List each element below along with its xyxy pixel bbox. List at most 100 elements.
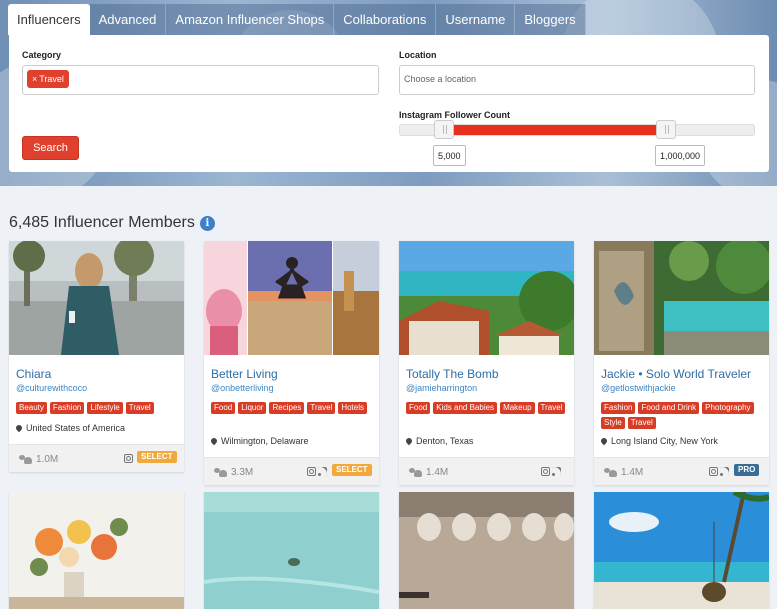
location-placeholder: Choose a location bbox=[404, 74, 477, 84]
card-location-text: Denton, Texas bbox=[416, 436, 474, 446]
location-pin-icon bbox=[14, 423, 24, 433]
card-photo[interactable] bbox=[204, 241, 379, 355]
follower-count-text: 1.4M bbox=[426, 467, 449, 478]
tag: Food and Drink bbox=[638, 402, 700, 414]
category-chip-label: Travel bbox=[39, 74, 64, 84]
tag: Lifestyle bbox=[87, 402, 123, 414]
rss-icon[interactable] bbox=[552, 467, 561, 476]
select-badge: SELECT bbox=[137, 451, 177, 463]
instagram-icon[interactable] bbox=[124, 454, 133, 463]
card-handle[interactable]: @onbetterliving bbox=[211, 383, 274, 393]
card-handle[interactable]: @culturewithcoco bbox=[16, 383, 87, 393]
follower-count: 1.0M bbox=[19, 454, 58, 465]
select-badge: SELECT bbox=[332, 464, 372, 476]
tab-bloggers[interactable]: Bloggers bbox=[515, 4, 586, 35]
card-tags: Fashion Food and Drink Photography Style… bbox=[601, 402, 761, 429]
tag: Food bbox=[211, 402, 236, 414]
influencer-card-partial[interactable] bbox=[594, 492, 769, 609]
rss-icon[interactable] bbox=[318, 467, 327, 476]
tab-amazon-influencer-shops[interactable]: Amazon Influencer Shops bbox=[166, 4, 335, 35]
card-footer: 1.4M bbox=[399, 457, 574, 485]
remove-chip-icon[interactable]: × bbox=[32, 74, 37, 84]
users-icon bbox=[214, 468, 228, 477]
location-pin-icon bbox=[404, 436, 414, 446]
search-tabs: Influencers Advanced Amazon Influencer S… bbox=[8, 4, 586, 35]
tab-collaborations[interactable]: Collaborations bbox=[334, 4, 437, 35]
card-photo[interactable] bbox=[9, 492, 184, 609]
card-handle[interactable]: @jamieharrington bbox=[406, 383, 477, 393]
category-label: Category bbox=[22, 50, 62, 60]
card-photo[interactable] bbox=[399, 492, 574, 609]
instagram-icon[interactable] bbox=[541, 467, 550, 476]
follower-count: 1.4M bbox=[604, 467, 643, 478]
card-handle[interactable]: @getlostwithjackie bbox=[601, 383, 676, 393]
follower-min-input[interactable]: 5,000 bbox=[433, 145, 466, 166]
card-photo[interactable] bbox=[9, 241, 184, 355]
tag: Hotels bbox=[338, 402, 368, 414]
tag: Travel bbox=[307, 402, 336, 414]
users-icon bbox=[604, 468, 618, 477]
influencer-card[interactable]: Chiara @culturewithcoco Beauty Fashion L… bbox=[9, 241, 184, 472]
slider-range-fill bbox=[444, 125, 671, 135]
card-tags: Food Kids and Babies Makeup Travel bbox=[406, 402, 566, 414]
influencer-card[interactable]: Jackie • Solo World Traveler @getlostwit… bbox=[594, 241, 769, 485]
tag: Travel bbox=[627, 417, 656, 429]
card-location: Denton, Texas bbox=[404, 436, 474, 446]
follower-count: 1.4M bbox=[409, 467, 448, 478]
influencer-card-partial[interactable] bbox=[9, 492, 184, 609]
card-photo[interactable] bbox=[399, 241, 574, 355]
social-icons bbox=[124, 454, 133, 463]
card-name[interactable]: Totally The Bomb bbox=[406, 367, 499, 381]
card-location-text: Wilmington, Delaware bbox=[221, 436, 309, 446]
influencer-card-partial[interactable] bbox=[204, 492, 379, 609]
tag: Recipes bbox=[269, 402, 305, 414]
tab-username[interactable]: Username bbox=[436, 4, 516, 35]
tab-advanced[interactable]: Advanced bbox=[89, 4, 167, 35]
card-tags: Food Liquor Recipes Travel Hotels bbox=[211, 402, 371, 414]
tag: Makeup bbox=[500, 402, 535, 414]
location-pin-icon bbox=[209, 436, 219, 446]
category-chip[interactable]: × Travel bbox=[27, 70, 69, 88]
filter-panel: Category × Travel Location Choose a locat… bbox=[9, 35, 769, 172]
card-name[interactable]: Better Living bbox=[211, 367, 278, 381]
instagram-icon[interactable] bbox=[307, 467, 316, 476]
tag: Beauty bbox=[16, 402, 47, 414]
location-pin-icon bbox=[599, 436, 609, 446]
social-icons bbox=[307, 467, 327, 476]
follower-count-label: Instagram Follower Count bbox=[399, 110, 511, 120]
card-photo[interactable] bbox=[594, 241, 769, 355]
social-icons bbox=[709, 467, 729, 476]
location-input[interactable]: Choose a location bbox=[399, 65, 755, 95]
influencer-card-partial[interactable] bbox=[399, 492, 574, 609]
card-photo[interactable] bbox=[204, 492, 379, 609]
tag: Kids and Babies bbox=[433, 402, 498, 414]
tag: Travel bbox=[537, 402, 566, 414]
location-label: Location bbox=[399, 50, 437, 60]
members-count-text: 6,485 Influencer Members bbox=[9, 214, 195, 231]
search-button[interactable]: Search bbox=[22, 136, 79, 160]
follower-max-input[interactable]: 1,000,000 bbox=[655, 145, 706, 166]
info-icon[interactable]: i bbox=[199, 215, 215, 231]
members-count: 6,485 Influencer Members i bbox=[9, 214, 215, 232]
card-footer: 1.0M SELECT bbox=[9, 444, 184, 472]
card-location: Long Island City, New York bbox=[599, 436, 718, 446]
category-field[interactable]: × Travel bbox=[22, 65, 379, 95]
slider-max-handle[interactable] bbox=[656, 120, 676, 139]
card-name[interactable]: Jackie • Solo World Traveler bbox=[601, 367, 751, 381]
tag: Fashion bbox=[49, 402, 85, 414]
slider-min-handle[interactable] bbox=[434, 120, 454, 139]
tag: Fashion bbox=[601, 402, 636, 414]
tag: Photography bbox=[702, 402, 754, 414]
rss-icon[interactable] bbox=[720, 467, 729, 476]
tab-influencers[interactable]: Influencers bbox=[8, 4, 90, 35]
card-location: Wilmington, Delaware bbox=[209, 436, 309, 446]
follower-count-text: 1.4M bbox=[621, 467, 644, 478]
instagram-icon[interactable] bbox=[709, 467, 718, 476]
card-name[interactable]: Chiara bbox=[16, 367, 51, 381]
follower-slider[interactable] bbox=[399, 120, 755, 139]
influencer-card[interactable]: Better Living @onbetterliving Food Liquo… bbox=[204, 241, 379, 485]
card-footer: 1.4M PRO bbox=[594, 457, 769, 485]
influencer-card[interactable]: Totally The Bomb @jamieharrington Food K… bbox=[399, 241, 574, 485]
card-location-text: United States of America bbox=[26, 423, 126, 433]
card-photo[interactable] bbox=[594, 492, 769, 609]
